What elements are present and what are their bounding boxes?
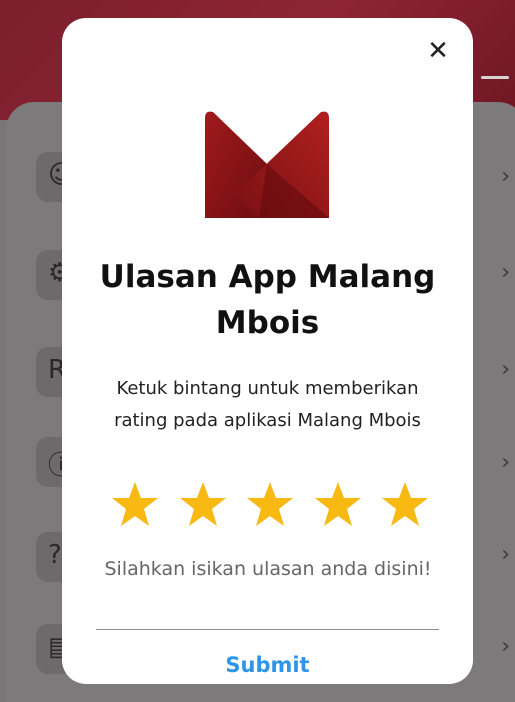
chevron-right-icon[interactable]: › xyxy=(501,634,510,659)
star-icon-2[interactable] xyxy=(178,480,228,528)
star-icon-4[interactable] xyxy=(313,480,363,528)
review-input[interactable]: Silahkan isikan ulasan anda disini! xyxy=(98,553,438,585)
dialog-title: Ulasan App Malang Mbois xyxy=(99,259,436,341)
chevron-right-icon[interactable]: › xyxy=(501,357,510,382)
review-input-underline xyxy=(96,629,439,630)
question-icon: ? xyxy=(48,540,62,570)
rating-dialog: ✕ Ulasan App Malang Mbois Ketuk bintang … xyxy=(62,18,473,684)
chevron-right-icon[interactable]: › xyxy=(501,450,510,475)
dialog-description: Ketuk bintang untuk memberikan rating pa… xyxy=(114,378,421,431)
chevron-right-icon[interactable]: › xyxy=(501,260,510,285)
close-icon[interactable]: ✕ xyxy=(425,38,451,64)
malang-mbois-logo xyxy=(205,111,329,218)
star-icon-3[interactable] xyxy=(245,480,295,528)
header-line xyxy=(481,76,509,79)
chevron-right-icon[interactable]: › xyxy=(501,164,510,189)
star-icon-5[interactable] xyxy=(380,480,430,528)
star-rating[interactable] xyxy=(110,480,430,530)
star-icon-1[interactable] xyxy=(110,480,160,528)
chevron-right-icon[interactable]: › xyxy=(501,542,510,567)
submit-button[interactable]: Submit xyxy=(192,648,343,680)
